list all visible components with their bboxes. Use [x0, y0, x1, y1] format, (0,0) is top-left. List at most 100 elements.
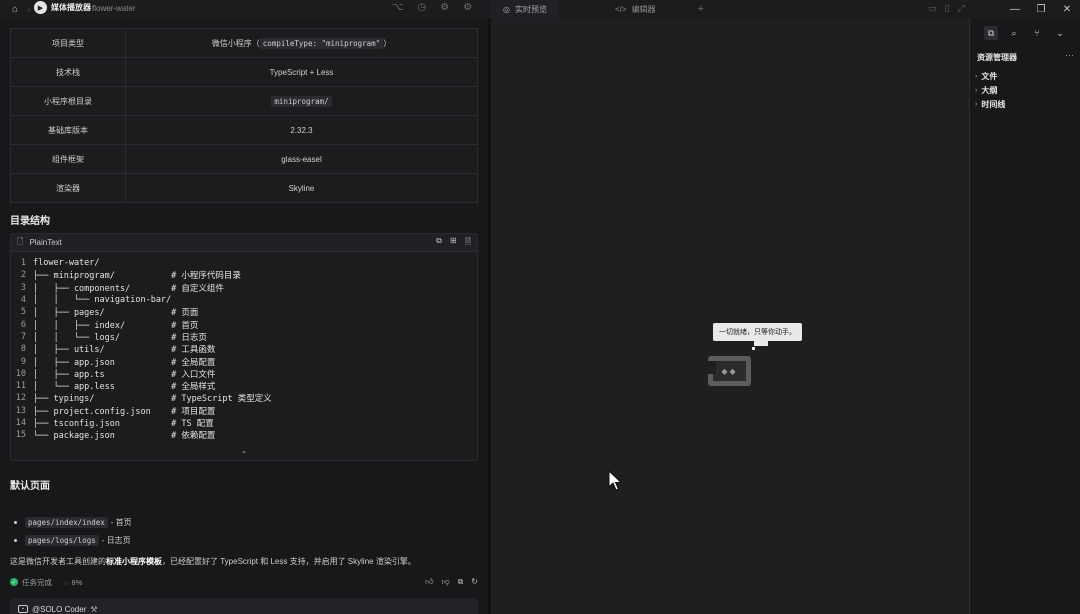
search-icon[interactable]: ⌕	[1007, 26, 1021, 40]
line-number: 14	[15, 418, 26, 428]
code-line: 8 │ ├── utils/ # 工具函数	[11, 343, 477, 355]
code-line: 4 │ │ └── navigation-bar/	[11, 294, 477, 306]
line-number: 4	[20, 295, 26, 306]
dir-section-title: 目录结构	[10, 216, 50, 227]
table-cell-key: 渲染器	[10, 173, 126, 203]
inline-code: compileType: "miniprogram"	[259, 37, 384, 49]
code-block-header: 🗋 PlainText ⧉ ⊞ 🗎	[11, 234, 477, 252]
panel-bottom-icon[interactable]: ▭	[928, 3, 937, 14]
home-icon[interactable]: ⌂	[8, 2, 22, 16]
project-name[interactable]: flower-water	[92, 4, 136, 13]
line-number: 3	[20, 282, 26, 293]
code-line-text: ├── project.config.json # 项目配置	[33, 406, 216, 417]
table-row: 组件框架 glass-easel	[10, 144, 478, 174]
layout-toggles: ▭ ▯ ⤢	[928, 3, 965, 14]
chevron-right-icon: ›	[975, 87, 978, 94]
list-item-desc: - 首页	[110, 517, 132, 527]
top-bar: ⌂ ‹ ▶ 媒体播放器 flower-water ⌥ ◷ ⚙ ⚙ ◎ 实时预览 …	[0, 0, 1080, 18]
new-tab-button[interactable]: +	[686, 0, 716, 18]
tab-live-preview-label: 实时预览	[514, 4, 547, 14]
file-icon: 🗋	[17, 236, 24, 246]
table-cell-key: 技术栈	[10, 57, 126, 87]
explorer-item-timeline[interactable]: › 时间线	[975, 99, 1005, 110]
explorer-toolbar: ⧉ ⌕ ⑂ ⌄	[984, 26, 1067, 40]
code-line-text: │ ├── utils/ # 工具函数	[33, 345, 216, 356]
left-title-bar: ⌂ ‹ ▶ 媒体播放器 flower-water ⌥ ◷ ⚙ ⚙	[0, 0, 488, 18]
code-line-text: │ ├── app.ts # 入口文件	[33, 369, 216, 380]
code-line: 12 ├── typings/ # TypeScript 类型定义	[11, 392, 477, 404]
retry-icon[interactable]: ↻	[471, 577, 478, 587]
code-line-text: │ │ └── logs/ # 日志页	[33, 332, 207, 343]
insert-icon[interactable]: ⊞	[450, 236, 457, 250]
table-cell-value: TypeScript + Less	[125, 57, 478, 87]
tooltip-tail	[754, 341, 768, 346]
agent-mention-label: @SOLO Coder	[32, 604, 87, 614]
value-suffix: ）	[383, 38, 392, 48]
project-info-table: 项目类型 微信小程序（ compileType: "miniprogram"） 技…	[10, 28, 478, 203]
code-line-text: │ │ ├── index/ # 首页	[33, 320, 199, 331]
minimize-icon[interactable]: —	[1002, 0, 1028, 18]
task-status-row: ✓ 任务完成 ◌ 8% 👍︎ 👎︎ ⧉ ↻	[10, 576, 478, 588]
line-number: 1	[20, 258, 26, 269]
code-line: 7 │ │ └── logs/ # 日志页	[11, 331, 477, 343]
agent-icon: ▪	[18, 605, 28, 613]
thumbs-down-icon[interactable]: 👎︎	[441, 577, 449, 587]
fullscreen-icon[interactable]: ⤢	[957, 3, 964, 14]
summary-before: 这是微信开发者工具创建的	[10, 557, 106, 566]
code-line: 15 └── package.json # 依赖配置	[11, 429, 477, 441]
tab-live-preview[interactable]: ◎ 实时预览	[491, 0, 559, 18]
apply-icon[interactable]: 🗎	[465, 236, 471, 250]
git-icon[interactable]: ⌥	[392, 2, 404, 13]
table-cell-value: 微信小程序（ compileType: "miniprogram"）	[125, 28, 478, 58]
table-cell-key: 基础库版本	[10, 115, 126, 145]
table-row: 技术栈 TypeScript + Less	[10, 57, 478, 87]
code-line: 11 │ └── app.less # 全局样式	[11, 380, 477, 392]
code-line-text: └── package.json # 依赖配置	[33, 431, 216, 442]
explorer-item-outline[interactable]: › 大纲	[975, 85, 997, 96]
line-number: 8	[20, 344, 26, 355]
restore-icon[interactable]: ❐	[1028, 0, 1054, 18]
play-icon[interactable]: ▶	[34, 1, 47, 14]
gear-icon[interactable]: ⚙	[463, 2, 472, 13]
files-icon[interactable]: ⧉	[984, 26, 998, 40]
list-item-desc: - 日志页	[101, 535, 131, 545]
collapse-chevron-icon[interactable]: ⌃	[241, 450, 248, 459]
panel-right-icon[interactable]: ▯	[945, 3, 950, 14]
globe-icon: ◎	[503, 4, 510, 14]
line-number: 11	[15, 381, 26, 392]
chevron-down-icon[interactable]: ⌄	[1053, 26, 1067, 40]
line-number: 10	[15, 368, 26, 379]
code-line-text: │ ├── app.json # 全局配置	[33, 357, 216, 368]
code-line: 14 ├── tsconfig.json # TS 配置	[11, 417, 477, 429]
inline-code: pages/index/index	[25, 516, 108, 528]
settings-icon[interactable]: ⚙	[440, 2, 449, 13]
chevron-right-icon: ›	[975, 101, 978, 108]
thumbs-up-icon[interactable]: 👍︎	[425, 577, 433, 587]
robot-notch	[708, 361, 716, 374]
explorer-title: 资源管理器	[977, 53, 1017, 62]
more-icon[interactable]: ···	[1065, 50, 1074, 60]
check-icon: ✓	[10, 578, 18, 586]
explorer-item-files[interactable]: › 文件	[975, 71, 997, 82]
history-icon[interactable]: ◷	[418, 2, 427, 13]
agent-mention-bar[interactable]: ▪ @SOLO Coder ⚒	[10, 598, 478, 614]
source-control-icon[interactable]: ⑂	[1030, 26, 1044, 40]
code-block: 🗋 PlainText ⧉ ⊞ 🗎 1 flower-water/2 ├── min…	[10, 233, 478, 461]
tab-editor[interactable]: </> 编辑器	[559, 0, 686, 18]
message-actions: 👍︎ 👎︎ ⧉ ↻	[425, 577, 478, 587]
code-icon: </>	[614, 4, 627, 14]
table-row: 基础库版本 2.32.3	[10, 115, 478, 145]
code-line: 10 │ ├── app.ts # 入口文件	[11, 368, 477, 380]
code-line-text: ├── typings/ # TypeScript 类型定义	[33, 394, 272, 405]
copy-icon[interactable]: ⧉	[458, 577, 464, 587]
explorer-item-label: 时间线	[981, 100, 1006, 109]
media-player-chip[interactable]: ▶ 媒体播放器	[34, 1, 91, 14]
tool-icon: ⚒	[90, 604, 98, 614]
tooltip-dot	[752, 347, 755, 350]
code-line-text: flower-water/	[33, 258, 100, 269]
close-icon[interactable]: ✕	[1054, 0, 1080, 18]
line-number: 5	[20, 307, 26, 318]
inline-code: miniprogram/	[271, 95, 332, 107]
progress-icon: ◌	[64, 577, 69, 587]
copy-icon[interactable]: ⧉	[436, 236, 442, 250]
